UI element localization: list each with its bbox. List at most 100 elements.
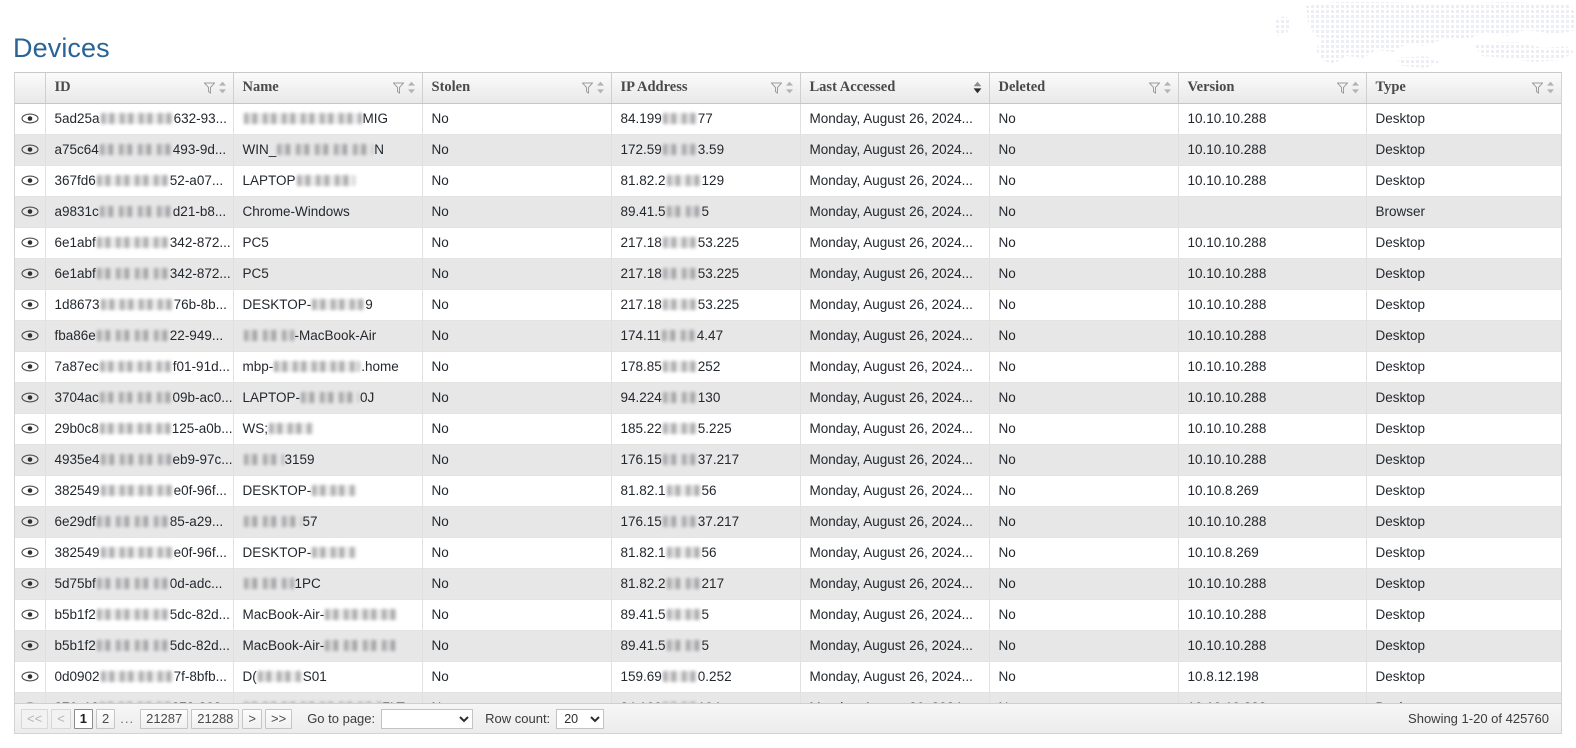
page-button-21287[interactable]: 21287 — [140, 708, 189, 729]
row-preview-cell[interactable] — [15, 227, 46, 259]
table-row[interactable]: fba86e 22-949... -MacBook-Air No 174.11 4.47 M… — [15, 320, 1561, 352]
eye-icon[interactable] — [21, 206, 39, 217]
table-row[interactable]: 382549 e0f-96f... DESKTOP- No 81.82.1 56 Monda… — [15, 475, 1561, 507]
next-page-button[interactable]: > — [242, 708, 262, 729]
page-button-21288[interactable]: 21288 — [191, 708, 240, 729]
table-row[interactable]: 3704ac 09b-ac0... LAPTOP- 0J No 94.224 130 Mond… — [15, 382, 1561, 414]
goto-page-select[interactable] — [381, 708, 474, 729]
eye-icon[interactable] — [21, 113, 39, 124]
row-preview-cell[interactable] — [15, 103, 46, 135]
table-row[interactable]: 367fd6 52-a07... LAPTOP No 81.82.2 129 Monday,… — [15, 165, 1561, 197]
table-row[interactable]: 5d75bf 0d-adc... 1PC No 81.82.2 217 Monday, Au… — [15, 568, 1561, 600]
column-header-last-accessed[interactable]: Last Accessed — [800, 73, 990, 104]
table-row[interactable]: 4935e4 eb9-97c... 3159 No 176.15 37.217 Monday… — [15, 444, 1561, 476]
eye-icon[interactable] — [21, 144, 39, 155]
redaction-block — [662, 361, 697, 372]
eye-icon[interactable] — [21, 268, 39, 279]
filter-icon[interactable] — [770, 82, 782, 94]
previous-page-button[interactable]: < — [51, 708, 71, 729]
table-row[interactable]: b5b1f2 5dc-82d... MacBook-Air- No 89.41.5 5 Mo… — [15, 599, 1561, 631]
row-count-select[interactable]: 20 — [556, 708, 605, 729]
sort-descending-icon[interactable] — [972, 81, 983, 94]
sort-icon[interactable] — [1351, 81, 1360, 94]
row-preview-cell[interactable] — [15, 196, 46, 228]
table-row[interactable]: a9831c d21-b8... Chrome-Windows No 89.41.5 5 M… — [15, 196, 1561, 228]
eye-icon[interactable] — [21, 671, 39, 682]
eye-icon[interactable] — [21, 175, 39, 186]
row-preview-cell[interactable] — [15, 444, 46, 476]
row-count-label: Row count: — [485, 711, 551, 726]
header-row: ID Name Stolen IP Address Last Accessed … — [15, 73, 1561, 104]
eye-icon[interactable] — [21, 609, 39, 620]
version-value: 10.10.10.288 — [1187, 606, 1267, 622]
row-preview-cell[interactable] — [15, 661, 46, 693]
row-preview-cell[interactable] — [15, 289, 46, 321]
ip-suffix: 53.225 — [697, 234, 740, 250]
eye-icon[interactable] — [21, 640, 39, 651]
ip-prefix: 217.18 — [620, 296, 662, 312]
filter-icon[interactable] — [1532, 82, 1543, 94]
row-preview-cell[interactable] — [15, 351, 46, 383]
row-preview-cell[interactable] — [15, 568, 46, 600]
eye-icon[interactable] — [21, 392, 39, 403]
redaction-block — [662, 454, 697, 465]
filter-icon[interactable] — [1336, 82, 1348, 94]
eye-icon[interactable] — [21, 516, 39, 527]
row-preview-cell[interactable] — [15, 537, 46, 569]
table-row[interactable]: 0d0902 7f-8bfb... D(S01 No 159.69 0.252 Monday… — [15, 661, 1561, 693]
filter-icon[interactable] — [1148, 82, 1160, 94]
devices-table: ID Name Stolen IP Address Last Accessed … — [15, 73, 1561, 724]
column-header-type[interactable]: Type — [1366, 73, 1561, 104]
column-header-version[interactable]: Version — [1178, 73, 1367, 104]
table-row[interactable]: 7a87ec f01-91d... mbp- .home No 178.85 252 Mond… — [15, 351, 1561, 383]
page-button-2[interactable]: 2 — [96, 708, 116, 729]
eye-icon[interactable] — [21, 361, 39, 372]
table-row[interactable]: 29b0c8 125-a0b... WS; No 185.22 5.225 Monday, … — [15, 413, 1561, 445]
row-preview-cell[interactable] — [15, 599, 46, 631]
column-header-id[interactable]: ID — [45, 73, 234, 104]
page-button-1[interactable]: 1 — [73, 708, 94, 729]
last-page-button[interactable]: >> — [265, 708, 293, 729]
row-preview-cell[interactable] — [15, 134, 46, 166]
table-row[interactable]: 1d8673 76b-8b... DESKTOP- 9 No 217.18 53.225 Mo… — [15, 289, 1561, 321]
table-row[interactable]: 5ad25a 632-93... MIG No 84.199 77 Monday, Augu… — [15, 103, 1561, 135]
eye-icon[interactable] — [21, 330, 39, 341]
eye-icon[interactable] — [21, 485, 39, 496]
filter-icon[interactable] — [203, 82, 215, 94]
ip-suffix: 37.217 — [697, 451, 740, 467]
column-header-deleted[interactable]: Deleted — [989, 73, 1179, 104]
first-page-button[interactable]: << — [21, 708, 49, 729]
eye-icon[interactable] — [21, 578, 39, 589]
table-row[interactable]: 6e1abf 342-872... PC5 No 217.18 53.225 Monday,… — [15, 227, 1561, 259]
table-row[interactable]: b5b1f2 5dc-82d... MacBook-Air- No 89.41.5 5 Mo… — [15, 630, 1561, 662]
sort-icon[interactable] — [1546, 81, 1555, 94]
row-preview-cell[interactable] — [15, 320, 46, 352]
row-preview-cell[interactable] — [15, 630, 46, 662]
eye-icon[interactable] — [21, 454, 39, 465]
row-preview-cell[interactable] — [15, 506, 46, 538]
table-row[interactable]: 382549 e0f-96f... DESKTOP- No 81.82.1 56 Monda… — [15, 537, 1561, 569]
table-row[interactable]: 6e29df 85-a29... 57 No 176.15 37.217 Monday, A… — [15, 506, 1561, 538]
sort-icon[interactable] — [1163, 81, 1172, 94]
eye-icon[interactable] — [21, 547, 39, 558]
row-preview-cell[interactable] — [15, 413, 46, 445]
sort-icon[interactable] — [596, 81, 605, 94]
row-preview-cell[interactable] — [15, 382, 46, 414]
row-preview-cell[interactable] — [15, 258, 46, 290]
eye-icon[interactable] — [21, 237, 39, 248]
column-header-name[interactable]: Name — [233, 73, 423, 104]
table-row[interactable]: 6e1abf 342-872... PC5 No 217.18 53.225 Monday,… — [15, 258, 1561, 290]
eye-icon[interactable] — [21, 423, 39, 434]
sort-icon[interactable] — [218, 81, 227, 94]
column-header-stolen[interactable]: Stolen — [422, 73, 612, 104]
sort-icon[interactable] — [407, 81, 416, 94]
filter-icon[interactable] — [581, 82, 593, 94]
eye-icon[interactable] — [21, 299, 39, 310]
column-header-ip-address[interactable]: IP Address — [611, 73, 801, 104]
row-preview-cell[interactable] — [15, 165, 46, 197]
sort-icon[interactable] — [785, 81, 794, 94]
row-preview-cell[interactable] — [15, 475, 46, 507]
table-row[interactable]: a75c64 493-9d... WIN_ N No 172.59 3.59 Monday, … — [15, 134, 1561, 166]
ip-suffix: 252 — [697, 358, 721, 374]
filter-icon[interactable] — [392, 82, 404, 94]
